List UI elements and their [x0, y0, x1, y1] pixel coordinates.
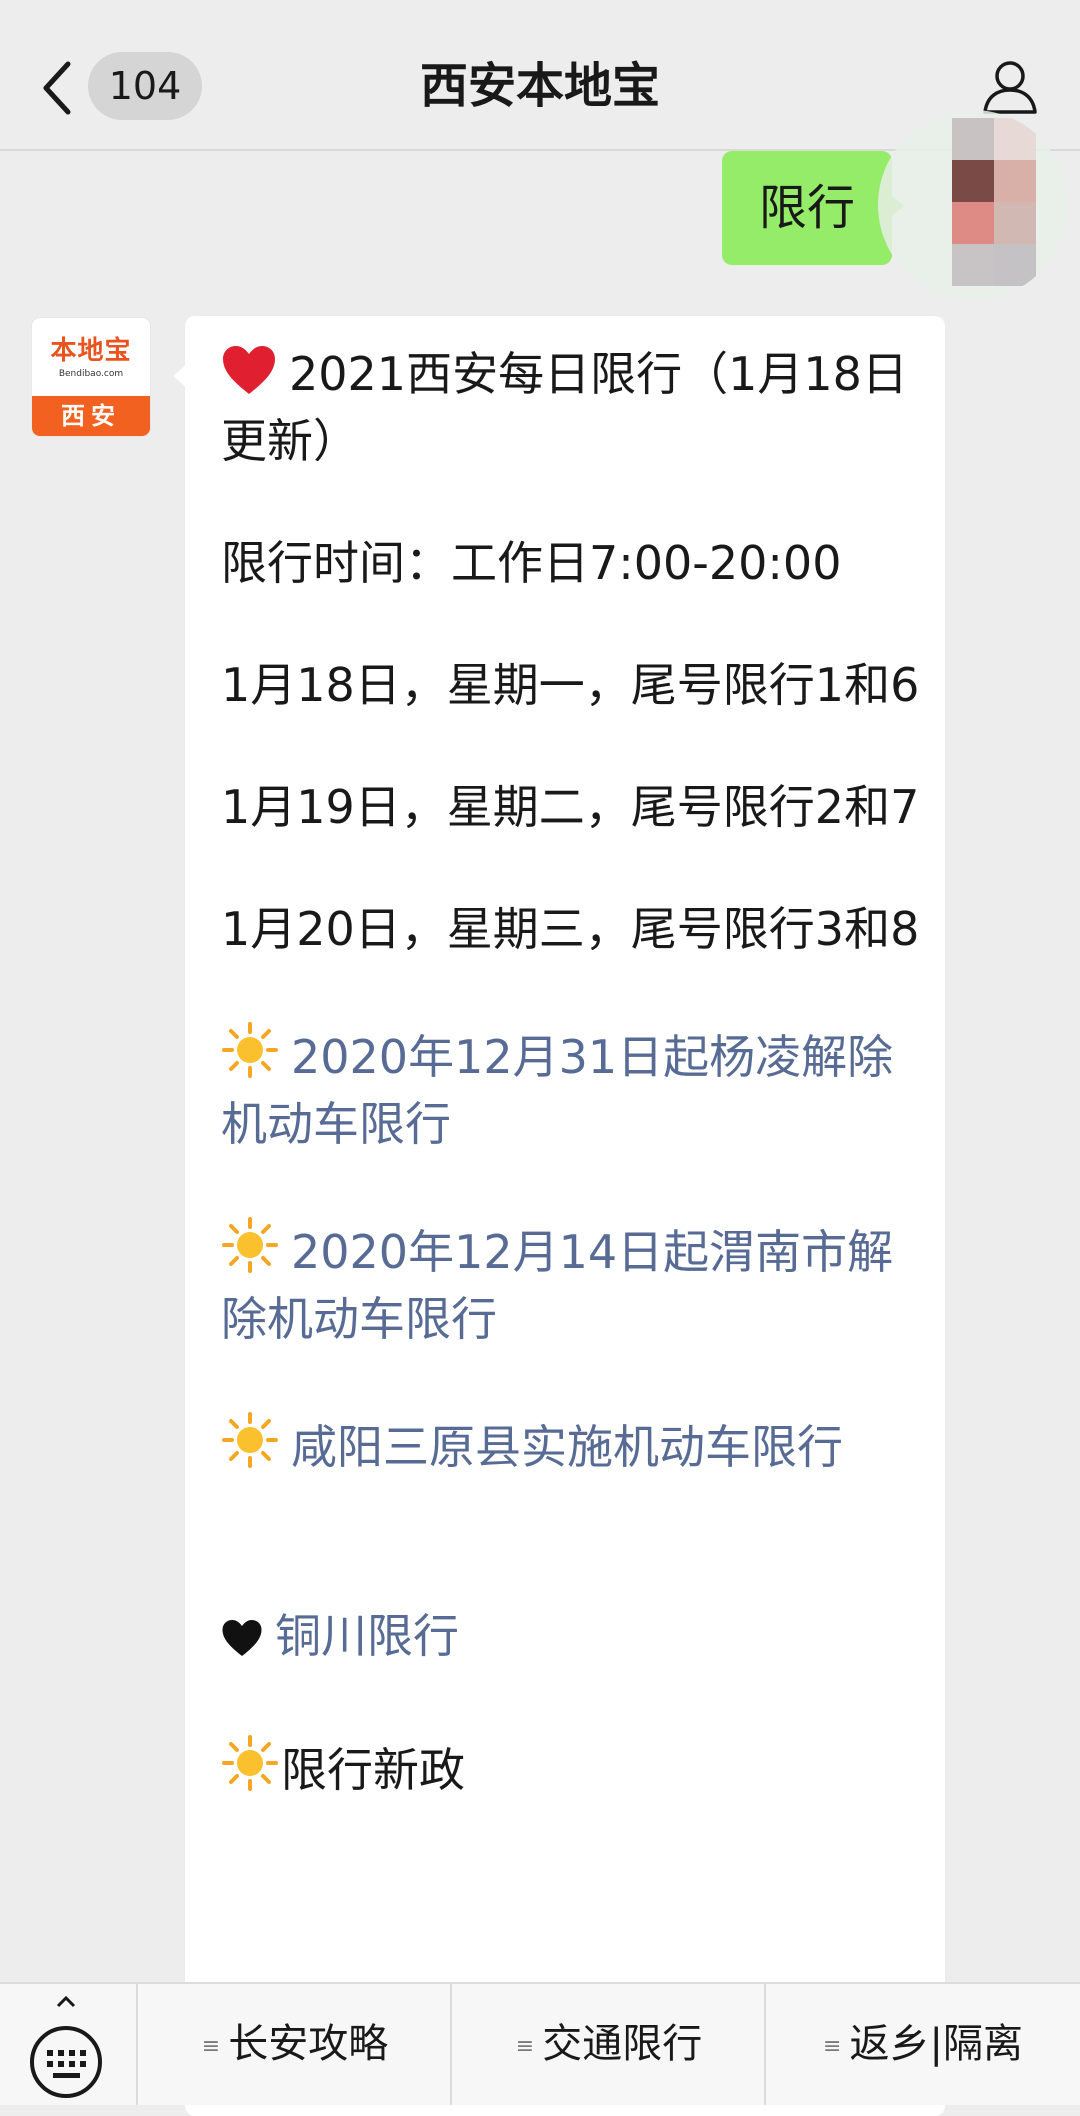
headline-text: 2021西安每日限行（1月18日更新）: [221, 347, 908, 468]
logo-text: 本地宝: [50, 336, 132, 366]
keyboard-toggle-button[interactable]: [0, 1984, 136, 2105]
outgoing-message-bubble[interactable]: 限行: [722, 151, 892, 265]
sun-icon: [221, 1021, 279, 1094]
sun-icon: [221, 1411, 279, 1484]
sun-icon: [221, 1216, 279, 1289]
bottom-menu-bar: ≡ 长安攻略 ≡ 交通限行 ≡ 返乡|隔离: [0, 1982, 1080, 2105]
logo-city: 西安: [32, 396, 150, 436]
menu-item-return-home[interactable]: ≡ 返乡|隔离: [764, 1984, 1080, 2105]
keyboard-icon: [30, 1995, 102, 2098]
person-icon: [983, 61, 1037, 114]
link-sanyuan[interactable]: 咸阳三原县实施机动车限行: [221, 1411, 921, 1484]
link-yangling[interactable]: 2020年12月31日起杨凌解除机动车限行: [221, 1021, 921, 1155]
sun-icon: [221, 1734, 279, 1807]
official-account-avatar[interactable]: 本地宝 Bendibao.com 西安: [32, 318, 150, 436]
link-weinan[interactable]: 2020年12月14日起渭南市解除机动车限行: [221, 1216, 921, 1350]
new-policy-text: 限行新政: [221, 1734, 921, 1807]
incoming-message-bubble: 2021西安每日限行（1月18日更新） 限行时间：工作日7:00-20:00 1…: [185, 316, 945, 2116]
menu-item-changan-guide[interactable]: ≡ 长安攻略: [136, 1984, 452, 2105]
restriction-time-text: 限行时间：工作日7:00-20:00: [221, 536, 842, 590]
chat-title: 西安本地宝: [419, 58, 660, 114]
day-restriction-1: 1月18日，星期一，尾号限行1和6: [221, 658, 920, 712]
menu-item-traffic-restriction[interactable]: ≡ 交通限行: [450, 1984, 766, 2105]
menu-lines-icon: ≡: [201, 2034, 221, 2059]
menu-lines-icon: ≡: [823, 2034, 842, 2059]
user-avatar[interactable]: [878, 110, 1068, 300]
red-heart-icon: [221, 344, 277, 411]
black-heart-icon: [221, 1612, 263, 1673]
day-restriction-2: 1月19日，星期二，尾号限行2和7: [221, 780, 920, 834]
link-tongchuan[interactable]: 铜川限行: [221, 1606, 921, 1673]
profile-button[interactable]: [980, 56, 1040, 116]
day-restriction-3: 1月20日，星期三，尾号限行3和8: [221, 902, 920, 956]
logo-subtext: Bendibao.com: [58, 369, 124, 379]
menu-lines-icon: ≡: [515, 2034, 535, 2059]
